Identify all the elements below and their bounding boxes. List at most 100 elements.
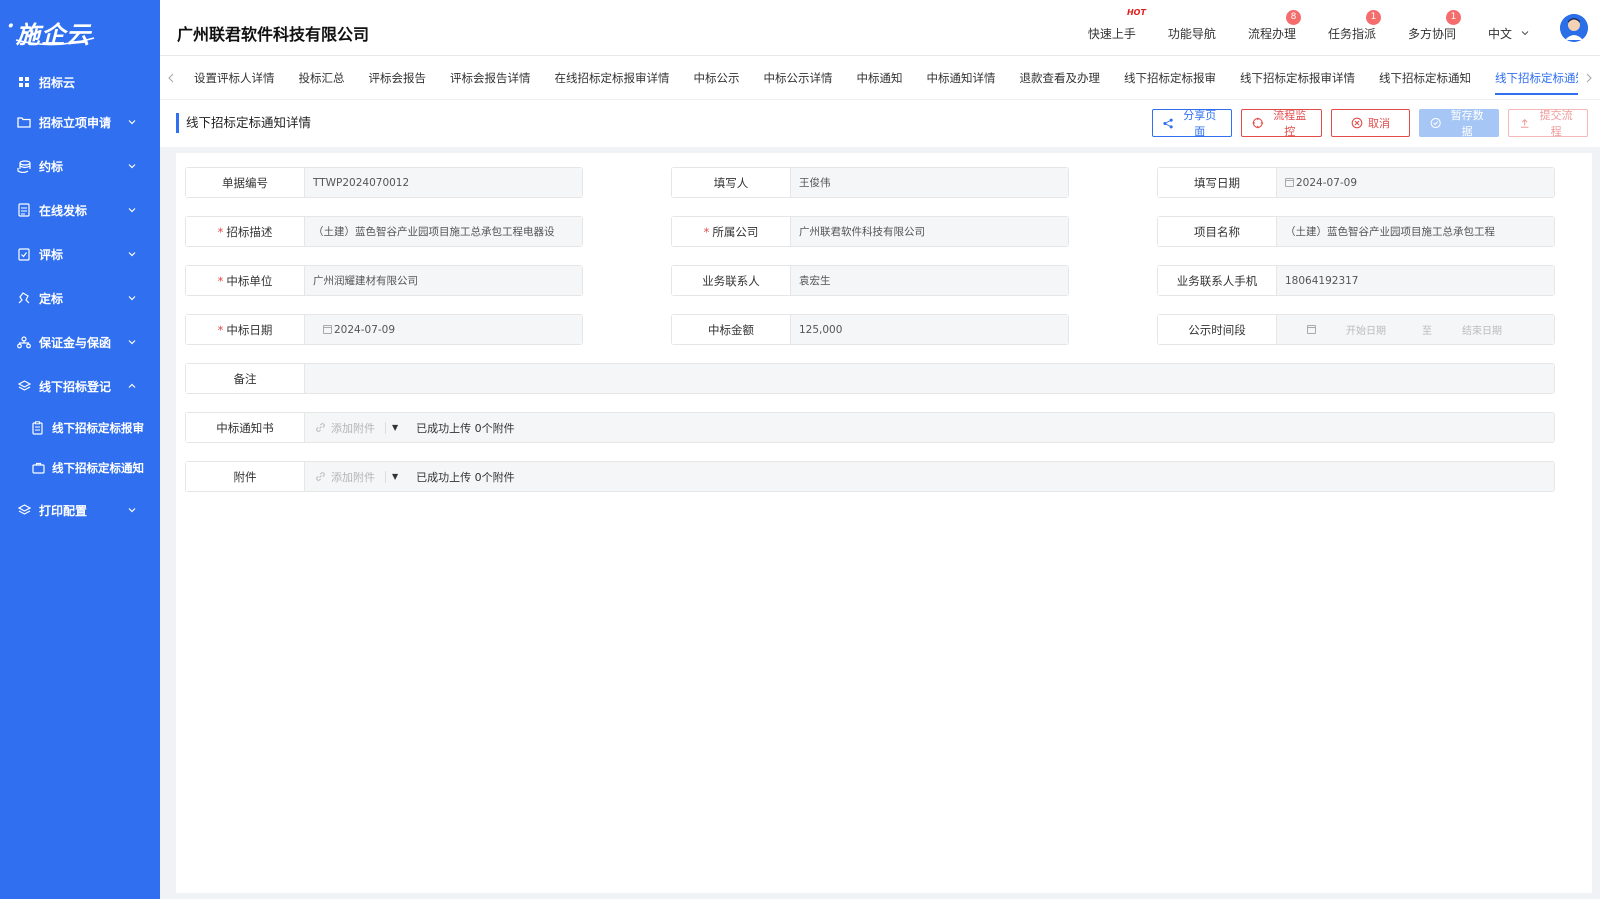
add-attachment-button[interactable]: 添加附件 [315, 420, 375, 436]
publicity-range-picker[interactable]: 开始日期 至 结束日期 [1277, 315, 1554, 344]
win-date-field: * 中标日期 2024-07-09 [185, 314, 583, 345]
add-attachment-label: 添加附件 [331, 470, 375, 484]
cancel-button[interactable]: 取消 [1331, 109, 1410, 137]
language-select[interactable]: 中文 [1488, 25, 1530, 42]
contact-field: 业务联系人 袁宏生 [671, 265, 1069, 296]
sidebar-item-label: 在线发标 [39, 203, 88, 218]
tender-description-value[interactable]: （土建）蓝色智谷产业园项目施工总承包工程电器设 [305, 217, 582, 246]
caret-down-icon[interactable]: ▼ [392, 423, 398, 432]
sidebar-item-label: 线下招标登记 [39, 379, 112, 394]
sidebar-item-label: 定标 [39, 291, 64, 306]
nav-label: 快速上手 [1087, 26, 1136, 41]
tab-item[interactable]: 在线招标定标报审详情 [543, 56, 682, 100]
contact-phone-value[interactable]: 18064192317 [1277, 266, 1554, 295]
avatar[interactable] [1560, 14, 1588, 42]
coins-icon [16, 158, 32, 174]
sidebar-item-lixiang[interactable]: 招标立项申请 [0, 100, 160, 144]
chevron-up-icon [128, 383, 136, 388]
sidebar-subitem-tongzhi[interactable]: 线下招标定标通知 [0, 448, 160, 488]
tab-item[interactable]: 中标通知 [845, 56, 915, 100]
tab-item[interactable]: 中标公示 [682, 56, 752, 100]
sidebar-item-zaixianfabiao[interactable]: 在线发标 [0, 188, 160, 232]
process-monitor-button[interactable]: 流程监控 [1241, 109, 1322, 138]
nav-function-guide[interactable]: 功能导航 [1168, 25, 1216, 42]
tab-item[interactable]: 线下招标定标报审 [1112, 56, 1228, 100]
clipboard-check-icon [16, 246, 32, 262]
document-icon [16, 202, 32, 218]
sidebar-item-yuebiao[interactable]: 约标 [0, 144, 160, 188]
field-label: * 中标日期 [186, 315, 305, 344]
sidebar-item-baozhengjin[interactable]: 保证金与保函 [0, 320, 160, 364]
sidebar-item-pingbiao[interactable]: 评标 [0, 232, 160, 276]
win-amount-field: 中标金额 125,000 [671, 314, 1069, 345]
tab-item[interactable]: 评标会报告 [357, 56, 439, 100]
fill-date-input[interactable]: 2024-07-09 [1277, 168, 1554, 197]
doc-number-field: 单据编号 TTWP2024070012 [185, 167, 583, 198]
contact-value[interactable]: 袁宏生 [791, 266, 1068, 295]
sidebar-item-zhaobiaoyun[interactable]: 招标云 [0, 64, 160, 100]
calendar-icon [323, 325, 332, 334]
fill-date-value: 2024-07-09 [1296, 176, 1358, 189]
win-amount-value[interactable]: 125,000 [791, 315, 1068, 344]
sidebar-item-dingbiao[interactable]: 定标 [0, 276, 160, 320]
action-bar: 分享页面 流程监控 取消 暂存数据 提交流程 [1152, 109, 1588, 138]
tab-item[interactable]: 设置评标人详情 [182, 56, 287, 100]
add-attachment-button[interactable]: 添加附件 [315, 469, 375, 485]
field-label: * 所属公司 [672, 217, 791, 246]
submit-process-button[interactable]: 提交流程 [1508, 109, 1588, 138]
remark-field: 备注 [185, 363, 1555, 394]
end-date-input[interactable]: 结束日期 [1462, 322, 1502, 337]
field-label: * 招标描述 [186, 217, 305, 246]
tab-item[interactable]: 线下招标定标通知 [1367, 56, 1483, 100]
field-label: 公示时间段 [1158, 315, 1277, 344]
tab-item[interactable]: 线下招标定标报审详情 [1228, 56, 1367, 100]
project-name-value[interactable]: （土建）蓝色智谷产业园项目施工总承包工程 [1277, 217, 1554, 246]
company-value[interactable]: 广州联君软件科技有限公司 [791, 217, 1068, 246]
logo[interactable]: 施企云 [0, 0, 160, 64]
tab-item[interactable]: 中标通知详情 [915, 56, 1008, 100]
win-date-input[interactable]: 2024-07-09 [305, 315, 582, 344]
doc-number-value[interactable]: TTWP2024070012 [305, 168, 582, 197]
upload-status: 已成功上传 0个附件 [416, 421, 515, 435]
caret-down-icon[interactable]: ▼ [392, 472, 398, 481]
chevron-down-icon [128, 252, 136, 257]
tabs-scroll-left-button[interactable] [160, 56, 182, 100]
org-icon [16, 334, 32, 350]
nav-quick-start[interactable]: 快速上手 HOT [1087, 8, 1146, 42]
start-date-input[interactable]: 开始日期 [1346, 322, 1404, 337]
tab-item[interactable]: 投标汇总 [287, 56, 357, 100]
share-icon [1163, 118, 1173, 128]
sidebar-item-label: 评标 [39, 247, 64, 262]
tabs-scroll-right-button[interactable] [1578, 56, 1600, 100]
company-field: * 所属公司 广州联君软件科技有限公司 [671, 216, 1069, 247]
tab-item-active[interactable]: 线下招标定标通知详情 [1483, 56, 1578, 100]
tab-item[interactable]: 退款查看及办理 [1008, 56, 1113, 100]
remark-textarea[interactable] [305, 364, 1554, 393]
field-label: 填写人 [672, 168, 791, 197]
save-draft-button[interactable]: 暂存数据 [1419, 109, 1499, 138]
nav-label: 流程办理 [1247, 26, 1296, 41]
page-title: 线下招标定标通知详情 [176, 113, 311, 133]
sidebar-item-dayinpeizhi[interactable]: 打印配置 [0, 488, 160, 532]
tab-item[interactable]: 评标会报告详情 [438, 56, 543, 100]
nav-collaboration[interactable]: 多方协同 1 [1407, 9, 1461, 42]
field-label: 业务联系人手机 [1158, 266, 1277, 295]
filler-value[interactable]: 王俊伟 [791, 168, 1068, 197]
sidebar-item-xianxiazhaobiao[interactable]: 线下招标登记 [0, 364, 160, 408]
sidebar-subitem-baoshen[interactable]: 线下招标定标报审 [0, 408, 160, 448]
nav-process[interactable]: 流程办理 8 [1247, 9, 1301, 42]
share-page-button[interactable]: 分享页面 [1152, 109, 1232, 138]
add-attachment-label: 添加附件 [331, 421, 375, 435]
attachment-field: 附件 添加附件 ▼ 已成功上传 0个附件 [185, 461, 1555, 492]
nav-task-assign[interactable]: 任务指派 1 [1328, 9, 1381, 42]
chevron-right-icon [1586, 73, 1592, 82]
attachment-uploader: 添加附件 ▼ 已成功上传 0个附件 [305, 462, 1554, 491]
chevron-down-icon [128, 208, 136, 213]
nav-label: 多方协同 [1407, 26, 1456, 41]
chevron-down-icon [128, 164, 136, 169]
field-label: 业务联系人 [672, 266, 791, 295]
sidebar-subitem-label: 线下招标定标通知 [52, 461, 144, 475]
tab-item[interactable]: 中标公示详情 [752, 56, 845, 100]
field-label: 项目名称 [1158, 217, 1277, 246]
winner-value[interactable]: 广州润耀建材有限公司 [305, 266, 582, 295]
